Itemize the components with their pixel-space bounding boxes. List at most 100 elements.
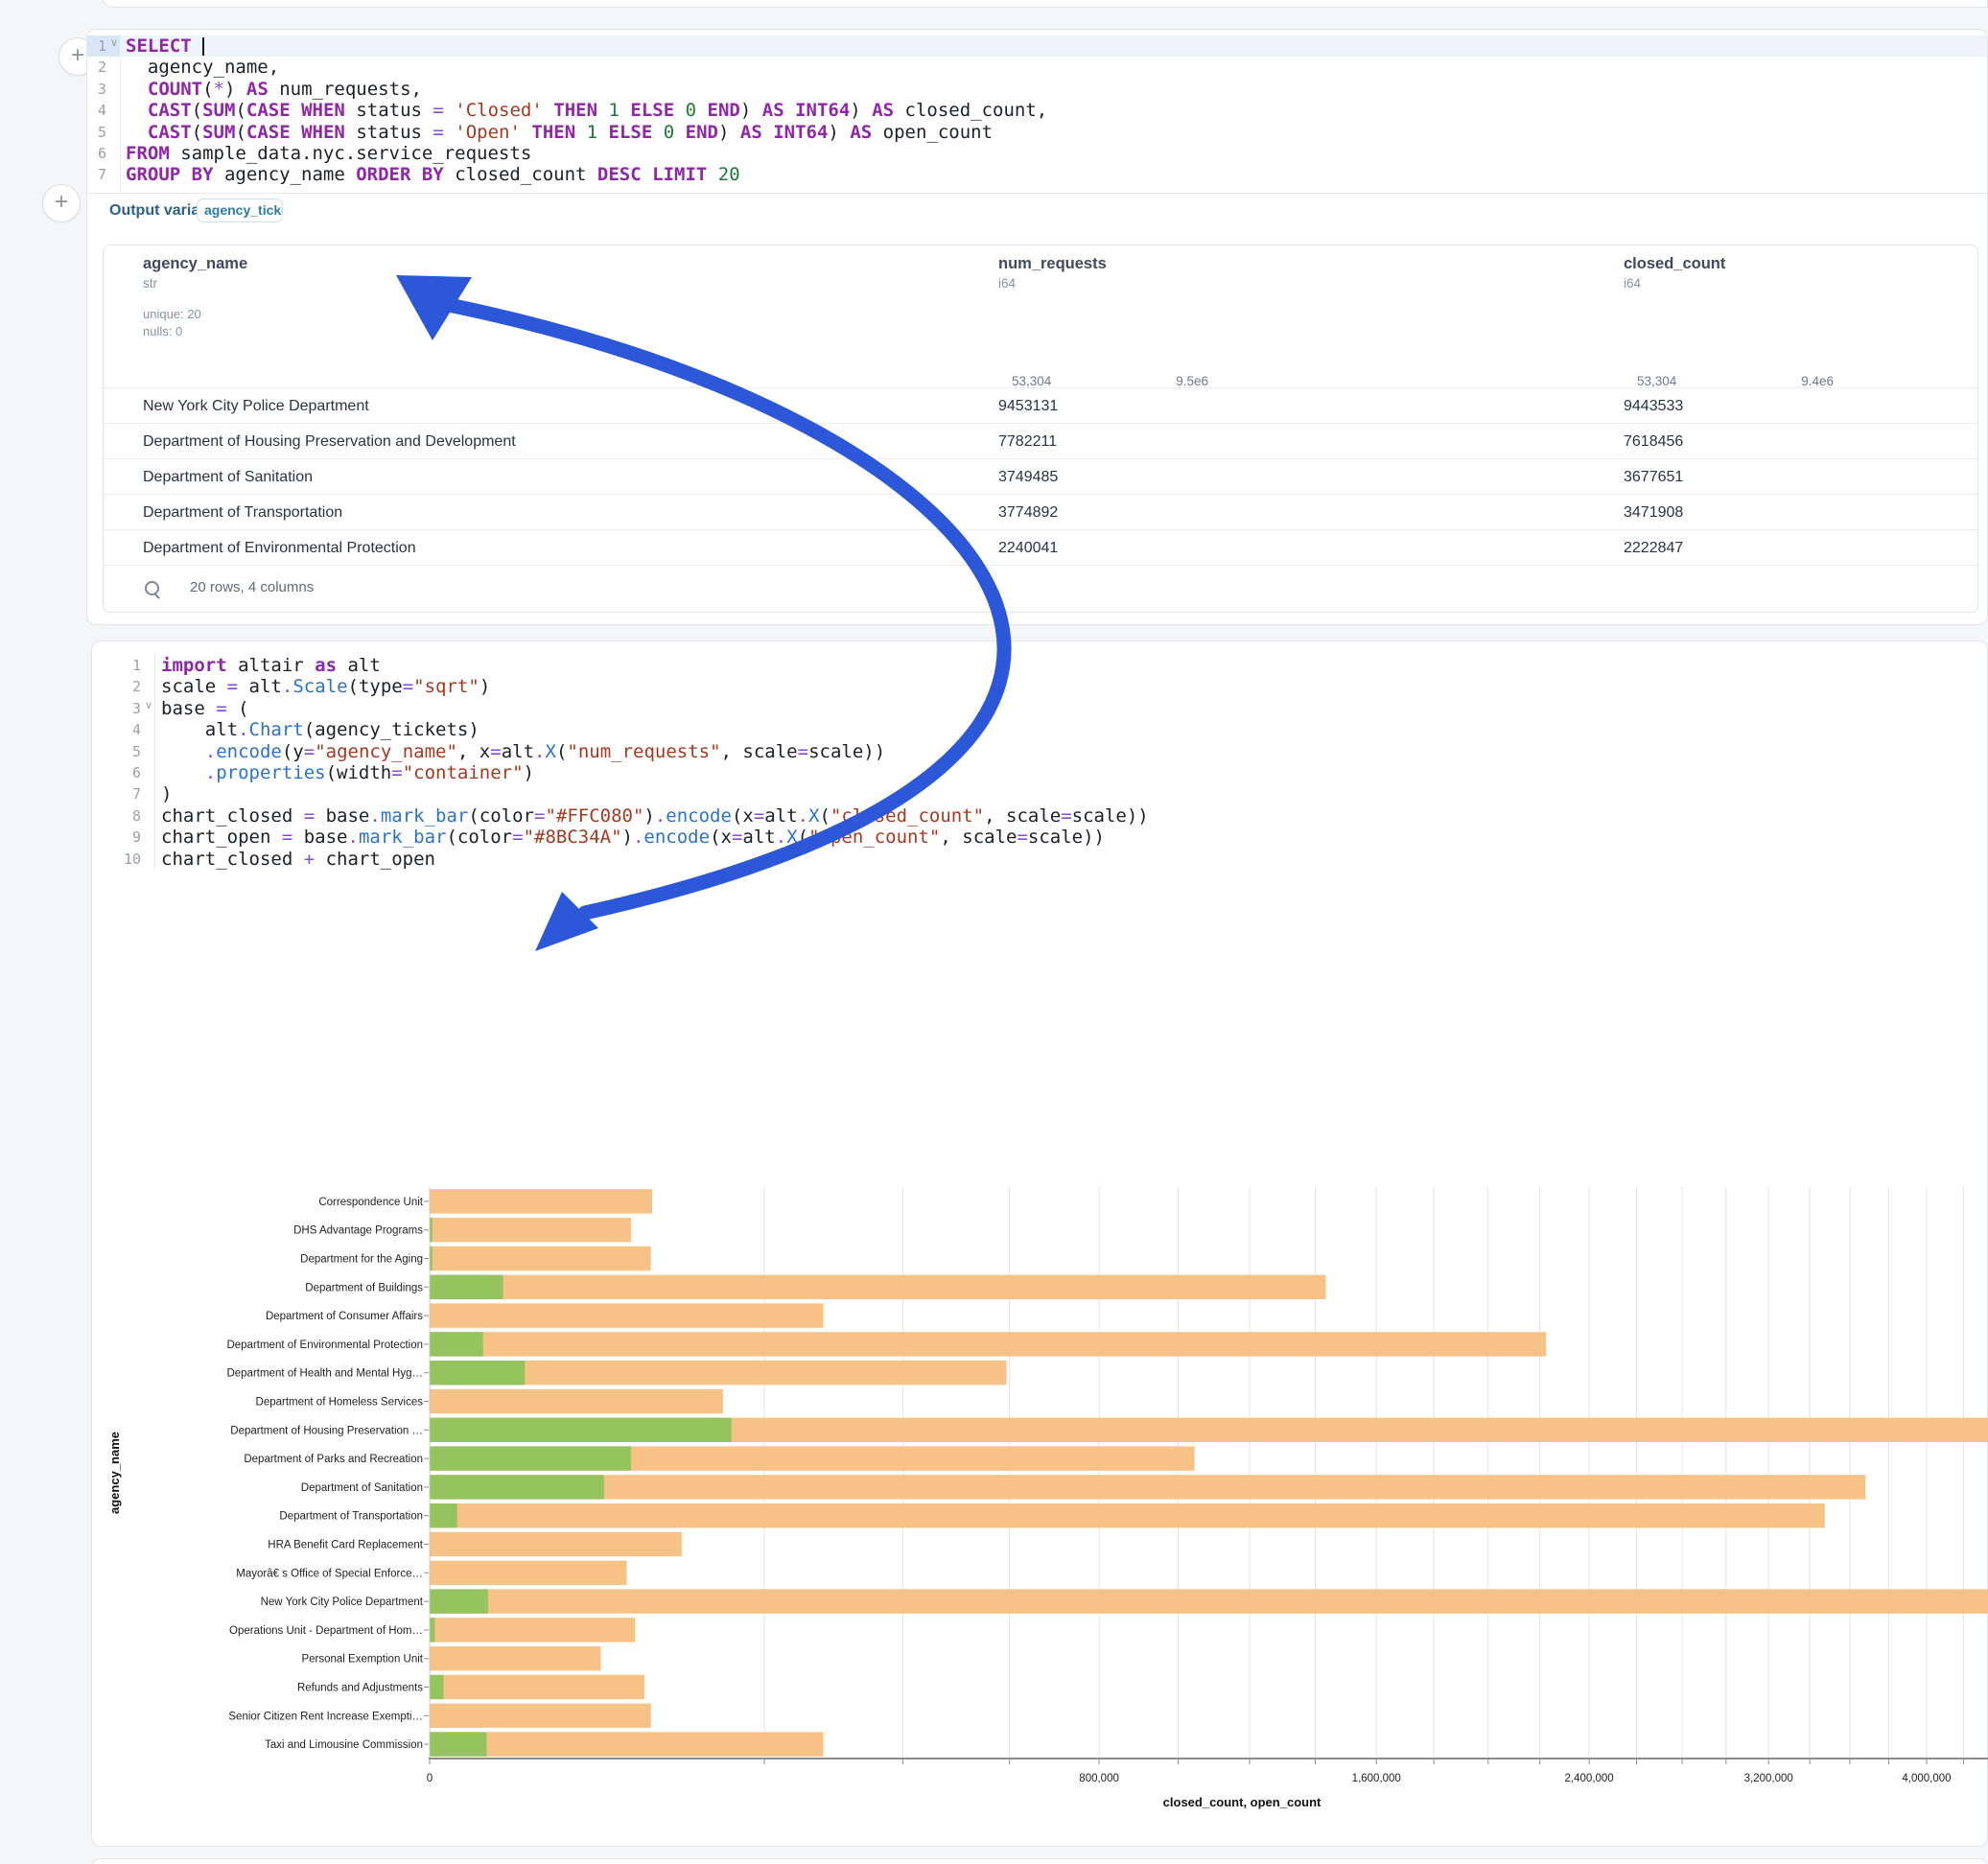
- code-line[interactable]: 7): [92, 783, 1987, 804]
- code-token: 20: [718, 164, 740, 185]
- code-token: =: [227, 676, 238, 697]
- code-token: ORDER BY: [356, 164, 444, 185]
- code-token: THEN: [553, 100, 597, 121]
- code-line[interactable]: 9chart_open = base.mark_bar(color="#8BC3…: [92, 827, 1987, 848]
- histogram-max: 9.4e6: [1801, 374, 1834, 388]
- code-text: .encode(y="agency_name", x=alt.X("num_re…: [161, 741, 885, 762]
- line-number: 1: [92, 655, 141, 676]
- code-text: chart_closed = base.mark_bar(color="#FFC…: [161, 805, 1149, 827]
- bar-open: [431, 1275, 503, 1299]
- code-token: ): [643, 805, 654, 827]
- bar-chart: Correspondence UnitDHS Advantage Program…: [0, 1175, 1988, 1847]
- code-token: CAST: [148, 122, 192, 143]
- table-row[interactable]: Department of Housing Preservation and D…: [104, 423, 1977, 459]
- code-line[interactable]: 7GROUP BY agency_name ORDER BY closed_co…: [87, 164, 1987, 185]
- code-line[interactable]: 3 COUNT(*) AS num_requests,: [87, 79, 1987, 100]
- code-token: =: [798, 741, 808, 762]
- code-line[interactable]: 1∨SELECT: [87, 35, 1987, 57]
- bar-closed: [431, 1475, 1866, 1499]
- code-line[interactable]: 8chart_closed = base.mark_bar(color="#FF…: [92, 805, 1987, 827]
- code-token: .: [655, 805, 666, 827]
- code-token: [126, 122, 148, 143]
- table-row[interactable]: Department of Transportation377489234719…: [104, 494, 1977, 530]
- x-axis-label: 0: [427, 1773, 433, 1784]
- line-number: 10: [92, 849, 141, 870]
- python-code-editor[interactable]: 1import altair as alt2scale = alt.Scale(…: [92, 655, 1987, 870]
- add-cell-button-middle[interactable]: +: [42, 184, 81, 222]
- sql-code-editor[interactable]: 1∨SELECT 2 agency_name,3 COUNT(*) AS num…: [87, 35, 1987, 186]
- code-token: import: [161, 655, 227, 676]
- code-token: SUM: [202, 100, 235, 121]
- code-line[interactable]: 5 .encode(y="agency_name", x=alt.X("num_…: [92, 741, 1987, 762]
- output-variable-pill[interactable]: agency_tickets: [197, 198, 283, 222]
- code-token: =: [433, 100, 443, 121]
- code-token: [620, 100, 630, 121]
- line-number: 9: [92, 827, 141, 848]
- histogram-max: 9.5e6: [1176, 374, 1208, 388]
- bar-open: [431, 1732, 487, 1756]
- code-token: base: [315, 805, 369, 827]
- code-token: base: [161, 698, 216, 719]
- bar-closed: [431, 1618, 636, 1642]
- code-token: [707, 164, 717, 185]
- x-axis-label: 3,200,000: [1744, 1773, 1793, 1784]
- code-line[interactable]: 3∨base = (: [92, 698, 1987, 719]
- code-line[interactable]: 4 CAST(SUM(CASE WHEN status = 'Closed' T…: [87, 100, 1987, 121]
- code-token: (color: [446, 827, 512, 848]
- code-token: X: [545, 741, 555, 762]
- column-name: agency_name: [143, 255, 247, 273]
- fold-chevron-icon[interactable]: ∨: [145, 699, 152, 711]
- code-text: ): [161, 783, 172, 804]
- code-token: SELECT: [126, 35, 192, 57]
- bar-closed: [431, 1503, 1825, 1527]
- code-token: [161, 741, 205, 762]
- code-text: SELECT: [126, 35, 204, 57]
- code-token: =: [534, 805, 545, 827]
- y-axis-label: Department of Buildings: [305, 1282, 423, 1293]
- code-line[interactable]: 6FROM sample_data.nyc.service_requests: [87, 143, 1987, 164]
- code-token: (x: [732, 805, 754, 827]
- code-text: CAST(SUM(CASE WHEN status = 'Closed' THE…: [126, 100, 1047, 121]
- code-token: FROM: [126, 143, 170, 164]
- y-axis-label: Department of Sanitation: [301, 1482, 423, 1494]
- code-token: .: [633, 827, 643, 848]
- code-line[interactable]: 2 agency_name,: [87, 57, 1987, 78]
- code-token: .: [369, 805, 380, 827]
- code-token: .: [205, 762, 216, 783]
- next-cell-edge: [91, 1858, 1988, 1864]
- line-number: 3: [92, 698, 141, 719]
- code-line[interactable]: 4 alt.Chart(agency_tickets): [92, 719, 1987, 740]
- code-token: X: [808, 805, 819, 827]
- bar-closed: [431, 1218, 631, 1242]
- code-token: COUNT: [148, 79, 202, 100]
- code-token: [291, 122, 301, 143]
- column-type: i64: [1624, 276, 1725, 291]
- histogram-min: 53,304: [1012, 374, 1051, 388]
- code-token: num_requests,: [269, 79, 422, 100]
- table-row[interactable]: Department of Sanitation37494853677651: [104, 458, 1977, 495]
- code-line[interactable]: 5 CAST(SUM(CASE WHEN status = 'Open' THE…: [87, 122, 1987, 143]
- code-text: COUNT(*) AS num_requests,: [126, 79, 422, 100]
- code-text: scale = alt.Scale(type="sqrt"): [161, 676, 490, 697]
- code-line[interactable]: 6 .properties(width="container"): [92, 762, 1987, 783]
- code-token: properties: [216, 762, 325, 783]
- line-number: 4: [87, 100, 106, 121]
- table-row[interactable]: Department of Environmental Protection22…: [104, 529, 1977, 566]
- code-token: status: [345, 122, 433, 143]
- code-token: base: [292, 827, 347, 848]
- code-token: =: [754, 805, 764, 827]
- column-stat: unique: 20: [143, 306, 247, 323]
- code-token: ): [850, 100, 860, 121]
- table-cell: Department of Transportation: [143, 495, 342, 530]
- table-row[interactable]: New York City Police Department945313194…: [104, 387, 1977, 424]
- code-line[interactable]: 2scale = alt.Scale(type="sqrt"): [92, 676, 1987, 697]
- code-line[interactable]: 1import altair as alt: [92, 655, 1987, 676]
- y-axis-label: Taxi and Limousine Commission: [265, 1739, 423, 1751]
- table-cell: 3774892: [998, 495, 1058, 530]
- table-cell: 9453131: [998, 388, 1058, 424]
- fold-chevron-icon[interactable]: ∨: [110, 36, 118, 49]
- code-token: closed_count: [444, 164, 597, 185]
- code-line[interactable]: 10chart_closed + chart_open: [92, 849, 1987, 870]
- code-token: open_count: [872, 122, 993, 143]
- search-icon[interactable]: [145, 581, 159, 595]
